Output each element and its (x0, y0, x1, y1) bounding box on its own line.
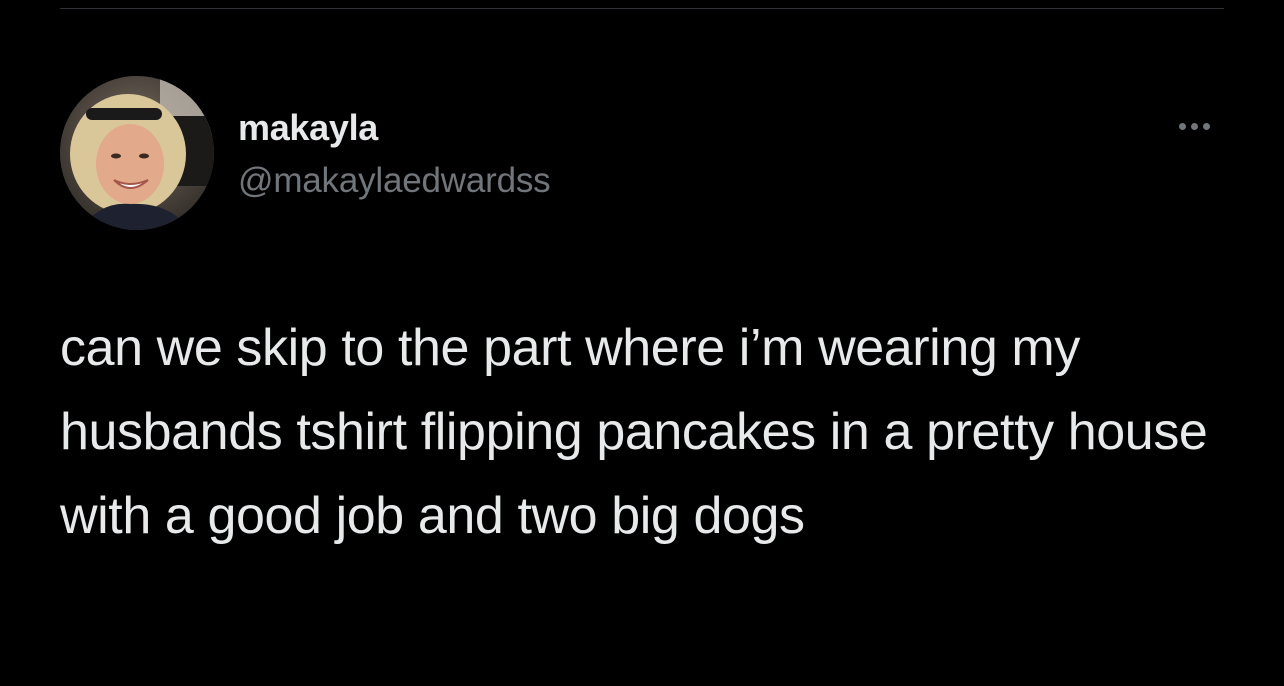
display-name[interactable]: makayla (238, 106, 550, 150)
top-divider (60, 8, 1224, 9)
avatar[interactable] (60, 76, 214, 230)
user-names: makayla @makaylaedwardss (238, 106, 551, 204)
more-options-button[interactable] (1170, 112, 1218, 140)
tweet-text: can we skip to the part where i’m wearin… (60, 319, 1208, 545)
tweet-header: makayla @makaylaedwardss (60, 76, 1224, 230)
more-dot-icon (1178, 122, 1186, 130)
more-dot-icon (1190, 122, 1198, 130)
more-dot-icon (1202, 122, 1210, 130)
user-handle[interactable]: @makaylaedwardss (238, 158, 551, 204)
avatar-photo-icon (60, 76, 214, 230)
